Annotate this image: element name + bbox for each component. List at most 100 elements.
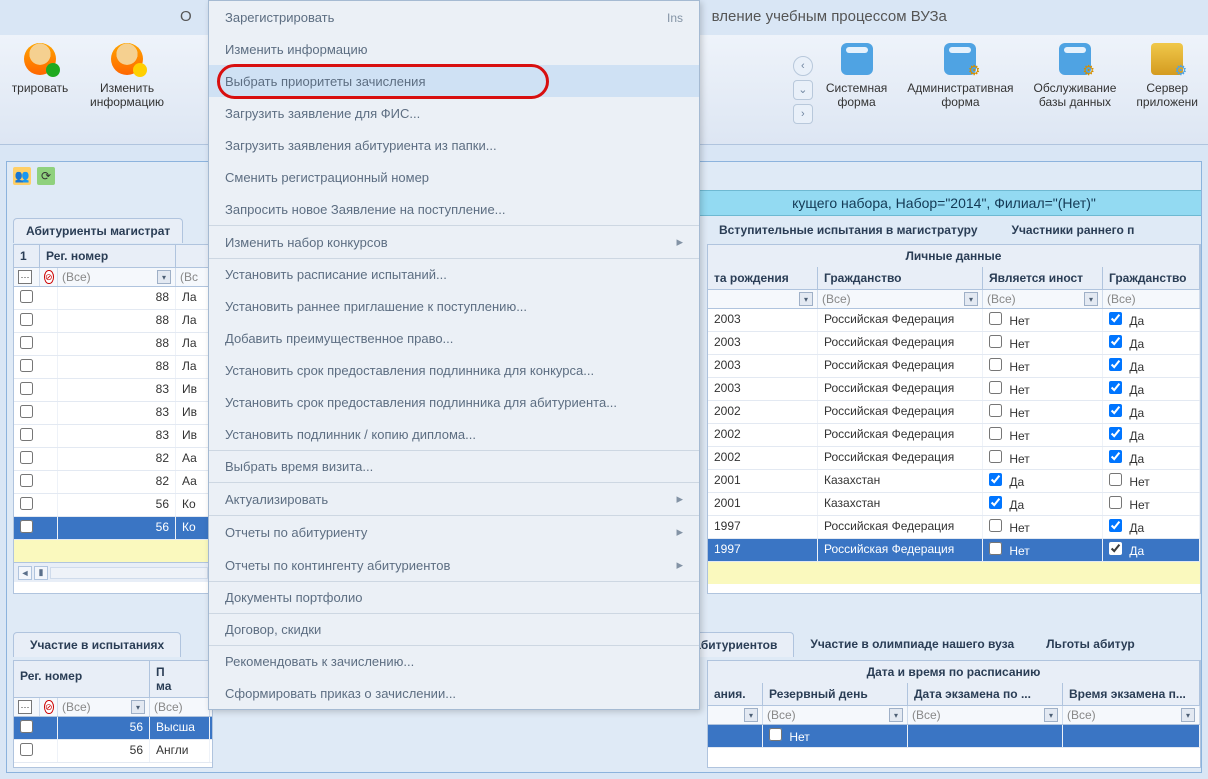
scroll-handle[interactable]: ▮: [34, 566, 48, 580]
users-icon[interactable]: 👥: [13, 167, 31, 185]
citizen2-checkbox[interactable]: [1109, 496, 1122, 509]
foreign-checkbox[interactable]: [989, 358, 1002, 371]
foreign-checkbox[interactable]: [989, 381, 1002, 394]
tab-benefits[interactable]: Льготы абитур: [1030, 632, 1151, 657]
citizen2-checkbox[interactable]: [1109, 381, 1122, 394]
menu-item[interactable]: Отчеты по контингенту абитуриентов▸: [209, 548, 699, 581]
refresh-icon[interactable]: ⟳: [37, 167, 55, 185]
row-checkbox[interactable]: [20, 290, 33, 303]
table-row[interactable]: 88Ла: [14, 310, 212, 333]
row-checkbox[interactable]: [20, 313, 33, 326]
row-checkbox[interactable]: [20, 359, 33, 372]
row-checkbox[interactable]: [20, 743, 33, 756]
col-exam-date[interactable]: Дата экзамена по ...: [908, 683, 1063, 705]
table-row[interactable]: 83Ив: [14, 379, 212, 402]
menu-item[interactable]: Установить подлинник / копию диплома...: [209, 418, 699, 450]
table-row[interactable]: 2003Российская Федерация Нет Да: [708, 332, 1200, 355]
row-checkbox[interactable]: [20, 451, 33, 464]
chevron-right-icon[interactable]: ›: [793, 104, 813, 124]
menu-item[interactable]: Изменить набор конкурсов▸: [209, 225, 699, 258]
col-reg-no[interactable]: Рег. номер: [40, 245, 176, 267]
menu-item[interactable]: Отчеты по абитуриенту▸: [209, 515, 699, 548]
menu-item[interactable]: Установить раннее приглашение к поступле…: [209, 290, 699, 322]
table-row[interactable]: 56Англи: [14, 740, 212, 763]
table-row[interactable]: 2003Российская Федерация Нет Да: [708, 378, 1200, 401]
dropdown-icon[interactable]: ▾: [964, 292, 978, 306]
filter-icon[interactable]: ⋯: [18, 700, 32, 714]
dropdown-icon[interactable]: ▾: [799, 292, 813, 306]
citizen2-checkbox[interactable]: [1109, 427, 1122, 440]
citizen2-checkbox[interactable]: [1109, 473, 1122, 486]
col-exam-time[interactable]: Время экзамена п...: [1063, 683, 1200, 705]
table-row[interactable]: 2003Российская Федерация Нет Да: [708, 355, 1200, 378]
table-row[interactable]: 56Ко: [14, 494, 212, 517]
citizen2-checkbox[interactable]: [1109, 450, 1122, 463]
menu-item[interactable]: Документы портфолио: [209, 581, 699, 613]
col-citizenship[interactable]: Гражданство: [818, 267, 983, 289]
table-row[interactable]: 2002Российская Федерация Нет Да: [708, 447, 1200, 470]
menu-item[interactable]: Сформировать приказ о зачислении...: [209, 677, 699, 709]
foreign-checkbox[interactable]: [989, 312, 1002, 325]
menu-item[interactable]: Сменить регистрационный номер: [209, 161, 699, 193]
foreign-checkbox[interactable]: [989, 335, 1002, 348]
row-checkbox[interactable]: [20, 497, 33, 510]
dropdown-icon[interactable]: ▾: [1181, 708, 1195, 722]
clear-filter-icon[interactable]: ⊘: [44, 270, 54, 284]
foreign-checkbox[interactable]: [989, 496, 1002, 509]
dropdown-icon[interactable]: ▾: [1084, 292, 1098, 306]
row-checkbox[interactable]: [20, 720, 33, 733]
citizen2-checkbox[interactable]: [1109, 404, 1122, 417]
db-maintenance-button[interactable]: Обслуживаниебазы данных: [1024, 35, 1127, 144]
table-row[interactable]: 82Аа: [14, 471, 212, 494]
edit-info-button[interactable]: Изменитьинформацию: [80, 35, 174, 144]
col-citizen2[interactable]: Гражданство: [1103, 267, 1200, 289]
table-row[interactable]: 2002Российская Федерация Нет Да: [708, 424, 1200, 447]
col-c1[interactable]: ания.: [708, 683, 763, 705]
foreign-checkbox[interactable]: [989, 542, 1002, 555]
table-row[interactable]: 88Ла: [14, 356, 212, 379]
col-idx[interactable]: 1: [14, 245, 40, 267]
menu-item[interactable]: Актуализировать▸: [209, 482, 699, 515]
dropdown-icon[interactable]: ▾: [131, 700, 145, 714]
row-checkbox[interactable]: [20, 382, 33, 395]
foreign-checkbox[interactable]: [989, 519, 1002, 532]
menu-item[interactable]: Запросить новое Заявление на поступление…: [209, 193, 699, 225]
chevron-down-icon[interactable]: ⌄: [793, 80, 813, 100]
table-row[interactable]: 83Ив: [14, 402, 212, 425]
menu-item[interactable]: Загрузить заявления абитуриента из папки…: [209, 129, 699, 161]
row-checkbox[interactable]: [20, 405, 33, 418]
table-row[interactable]: 83Ив: [14, 425, 212, 448]
row-checkbox[interactable]: [20, 520, 33, 533]
row-checkbox[interactable]: [20, 474, 33, 487]
row-checkbox[interactable]: [20, 336, 33, 349]
dropdown-icon[interactable]: ▾: [889, 708, 903, 722]
register-button[interactable]: трировать: [0, 35, 80, 144]
table-row[interactable]: 88Ла: [14, 333, 212, 356]
col-name[interactable]: [176, 245, 212, 267]
table-row[interactable]: 2003Российская Федерация Нет Да: [708, 309, 1200, 332]
menu-item[interactable]: Установить срок предоставления подлинник…: [209, 354, 699, 386]
menu-item[interactable]: ЗарегистрироватьIns: [209, 1, 699, 33]
menu-item[interactable]: Выбрать приоритеты зачисления: [209, 65, 699, 97]
chevron-left-icon[interactable]: ‹: [793, 56, 813, 76]
filter-icon[interactable]: ⋯: [18, 270, 32, 284]
reserve-checkbox[interactable]: [769, 728, 782, 741]
dropdown-icon[interactable]: ▾: [157, 270, 171, 284]
tab-exams[interactable]: Вступительные испытания в магистратуру: [707, 218, 990, 242]
scroll-left-icon[interactable]: ◄: [18, 566, 32, 580]
table-row[interactable]: 2001Казахстан Да Нет: [708, 470, 1200, 493]
col-p[interactable]: Пма: [150, 661, 210, 697]
menu-item[interactable]: Установить расписание испытаний...: [209, 258, 699, 290]
menu-item[interactable]: Выбрать время визита...: [209, 450, 699, 482]
col-reserve[interactable]: Резервный день: [763, 683, 908, 705]
foreign-checkbox[interactable]: [989, 404, 1002, 417]
table-row[interactable]: 56Ко: [14, 517, 212, 540]
foreign-checkbox[interactable]: [989, 427, 1002, 440]
row-checkbox[interactable]: [20, 428, 33, 441]
table-row[interactable]: 1997Российская Федерация Нет Да: [708, 516, 1200, 539]
menu-item[interactable]: Рекомендовать к зачислению...: [209, 645, 699, 677]
foreign-checkbox[interactable]: [989, 473, 1002, 486]
menu-item[interactable]: Добавить преимущественное право...: [209, 322, 699, 354]
clear-filter-icon[interactable]: ⊘: [44, 700, 54, 714]
table-row[interactable]: 1997Российская Федерация Нет Да: [708, 539, 1200, 562]
